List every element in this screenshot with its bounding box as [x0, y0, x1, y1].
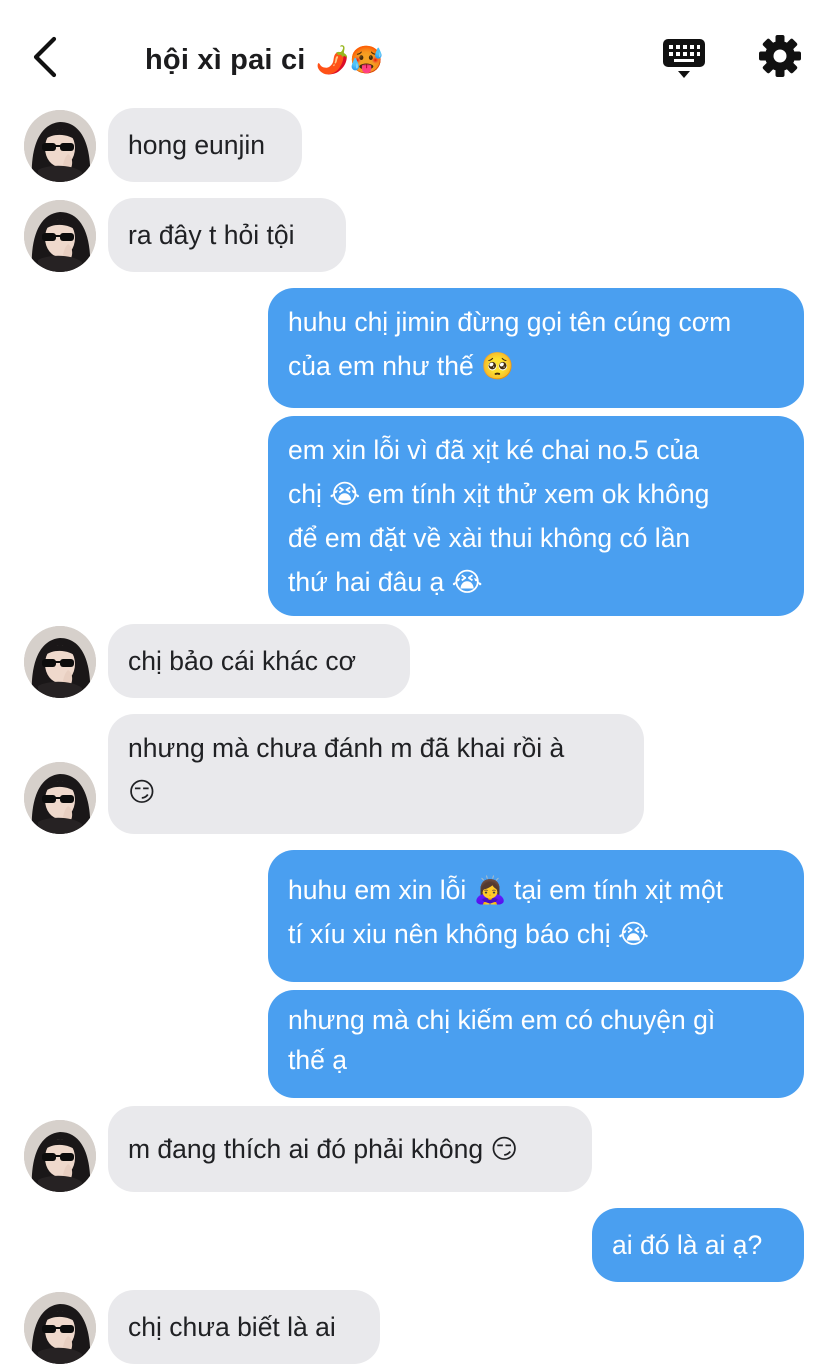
message-bubble-incoming: hong eunjin [108, 108, 302, 182]
message-bubble-outgoing: nhưng mà chị kiếm em có chuyện gì thế ạ [268, 990, 804, 1098]
chat-title-emojis: 🌶️🥵 [315, 45, 384, 75]
avatar[interactable] [24, 626, 96, 698]
chat-title: hội xì pai ci 🌶️🥵 [145, 38, 383, 82]
chevron-left-icon [33, 36, 57, 78]
chat-title-text: hội xì pai ci [145, 44, 306, 76]
avatar[interactable] [24, 1292, 96, 1364]
message-bubble-incoming: m đang thích ai đó phải không 😏 [108, 1106, 592, 1192]
avatar[interactable] [24, 200, 96, 272]
message-bubble-incoming: chị chưa biết là ai [108, 1290, 380, 1364]
message-bubble-outgoing: huhu chị jimin đừng gọi tên cúng cơm của… [268, 288, 804, 408]
avatar[interactable] [24, 110, 96, 182]
avatar[interactable] [24, 762, 96, 834]
message-bubble-outgoing: ai đó là ai ạ? [592, 1208, 804, 1282]
message-bubble-incoming: ra đây t hỏi tội [108, 198, 346, 272]
keyboard-button[interactable] [660, 36, 708, 80]
chat-header: hội xì pai ci 🌶️🥵 [0, 0, 828, 112]
message-bubble-incoming: nhưng mà chưa đánh m đã khai rồi à 😏 [108, 714, 644, 834]
message-bubble-outgoing: em xin lỗi vì đã xịt ké chai no.5 của ch… [268, 416, 804, 616]
settings-button[interactable] [757, 33, 803, 79]
avatar[interactable] [24, 1120, 96, 1192]
message-bubble-incoming: chị bảo cái khác cơ [108, 624, 410, 698]
keyboard-icon [663, 39, 705, 78]
back-button[interactable] [26, 34, 66, 80]
message-bubble-outgoing: huhu em xin lỗi 🙇‍♀️ tại em tính xịt một… [268, 850, 804, 982]
gear-icon [759, 35, 801, 77]
